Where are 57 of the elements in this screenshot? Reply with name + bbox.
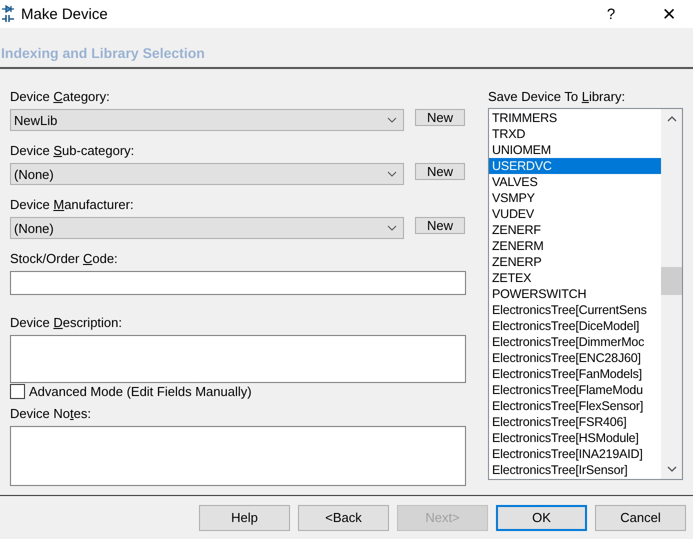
list-item[interactable]: ElectronicsTree[IrSensor]: [489, 462, 661, 478]
close-button[interactable]: ✕: [659, 4, 679, 24]
field-label: Device Manufacturer:: [10, 197, 134, 213]
text-area[interactable]: [10, 335, 466, 383]
field-label: Device Category:: [10, 89, 110, 105]
dropdown[interactable]: (None): [10, 217, 404, 239]
app-icon: [1, 5, 15, 23]
list-item[interactable]: POWERSWITCH: [489, 286, 661, 302]
new-button[interactable]: New: [415, 109, 465, 126]
text-area[interactable]: [10, 426, 466, 486]
checkbox[interactable]: [10, 384, 25, 399]
field-label: Device Sub-category:: [10, 143, 134, 159]
list-item[interactable]: VSMPY: [489, 190, 661, 206]
list-item[interactable]: ElectronicsTree[FlexSensor]: [489, 398, 661, 414]
list-item[interactable]: ElectronicsTree[FSR406]: [489, 414, 661, 430]
chevron-down-icon[interactable]: [387, 171, 397, 177]
dialog-button[interactable]: Cancel: [595, 504, 686, 530]
dropdown[interactable]: NewLib: [10, 109, 404, 131]
list-item[interactable]: ElectronicsTree[INA219AID]: [489, 446, 661, 462]
window-title: Make Device: [21, 6, 109, 22]
list-item[interactable]: ZENERP: [489, 254, 661, 270]
dropdown[interactable]: (None): [10, 163, 404, 185]
list-item[interactable]: ElectronicsTree[HSModule]: [489, 430, 661, 446]
list-item[interactable]: ElectronicsTree[FanModels]: [489, 366, 661, 382]
list-item[interactable]: VALVES: [489, 174, 661, 190]
list-item[interactable]: UNIOMEM: [489, 142, 661, 158]
field-label: Stock/Order Code:: [10, 251, 118, 267]
list-item[interactable]: VUDEV: [489, 206, 661, 222]
list-item[interactable]: ZETEX: [489, 270, 661, 286]
new-button[interactable]: New: [415, 217, 465, 234]
chevron-down-icon[interactable]: [387, 117, 397, 123]
list-item[interactable]: ElectronicsTree[DimmerMoc: [489, 334, 661, 350]
scrollbar[interactable]: [661, 109, 682, 479]
list-item[interactable]: ZENERF: [489, 222, 661, 238]
list-item[interactable]: ElectronicsTree[FlameModu: [489, 382, 661, 398]
scroll-up-icon[interactable]: [666, 116, 676, 122]
list-item[interactable]: USERDVC: [489, 158, 661, 174]
list-item[interactable]: ElectronicsTree[ENC28J60]: [489, 350, 661, 366]
list-item[interactable]: TRIMMERS: [489, 110, 661, 126]
scroll-thumb[interactable]: [661, 267, 682, 295]
scroll-down-icon[interactable]: [666, 466, 676, 472]
help-button[interactable]: ?: [601, 6, 621, 22]
chevron-down-icon[interactable]: [387, 225, 397, 231]
field-label: Save Device To Library:: [488, 89, 626, 105]
new-button[interactable]: New: [415, 163, 465, 180]
section-heading: Indexing and Library Selection: [1, 45, 205, 61]
list-item[interactable]: ElectronicsTree[DiceModel]: [489, 318, 661, 334]
field-label: Device Notes:: [10, 406, 91, 422]
list-item[interactable]: ElectronicsTree[CurrentSens: [489, 302, 661, 318]
dialog-button[interactable]: <Back: [298, 504, 389, 530]
dialog-button[interactable]: Help: [199, 504, 290, 530]
dialog-button[interactable]: OK: [496, 504, 587, 530]
text-field[interactable]: [10, 271, 466, 295]
checkbox-label: Advanced Mode (Edit Fields Manually): [29, 384, 252, 399]
field-label: Device Description:: [10, 315, 122, 331]
list-item[interactable]: TRXD: [489, 126, 661, 142]
list-item[interactable]: ZENERM: [489, 238, 661, 254]
